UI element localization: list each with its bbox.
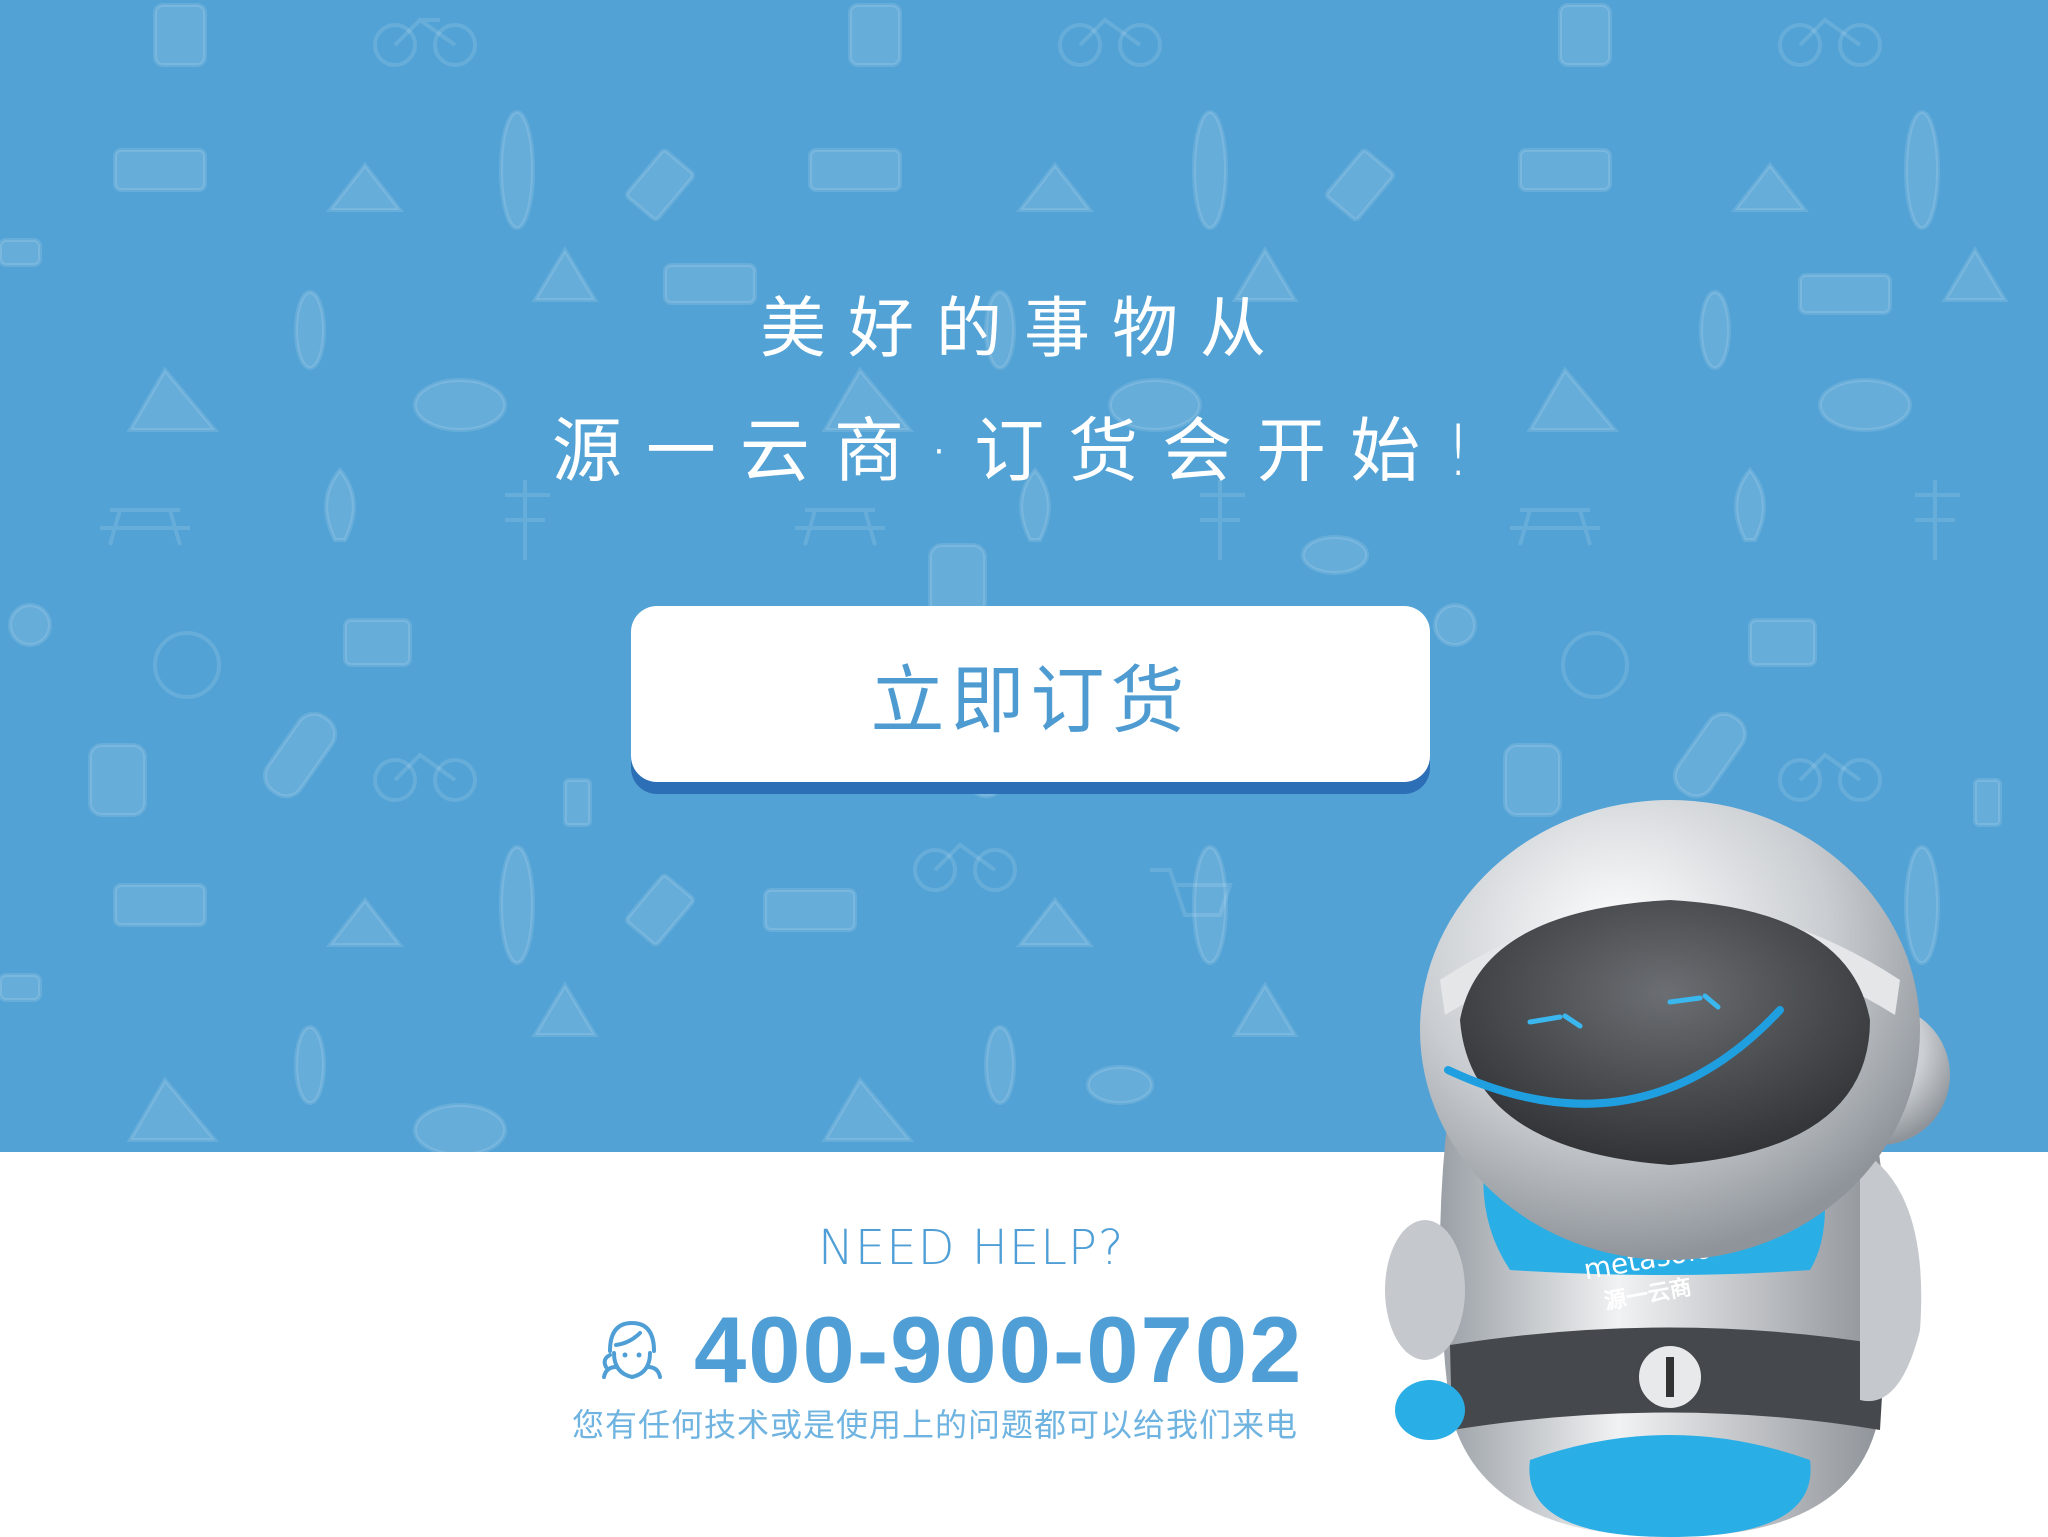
order-now-button[interactable]: 立即订货 bbox=[631, 606, 1430, 794]
phone-row: 400-900-0702 bbox=[592, 1290, 1303, 1410]
headline-line-2: 源一云商·订货会开始! bbox=[551, 410, 1497, 492]
customer-service-icon bbox=[602, 1321, 662, 1379]
help-note: 您有任何技术或是使用上的问题都可以给我们来电 bbox=[572, 1406, 1299, 1444]
need-help-title: NEED HELP? bbox=[818, 1220, 1125, 1276]
headline-line-1: 美好的事物从 bbox=[760, 290, 1288, 367]
order-now-button-label: 立即订货 bbox=[631, 606, 1430, 782]
phone-number[interactable]: 400-900-0702 bbox=[694, 1296, 1303, 1404]
robot-mascot: metasolo 源一云商 bbox=[1385, 800, 1950, 1537]
